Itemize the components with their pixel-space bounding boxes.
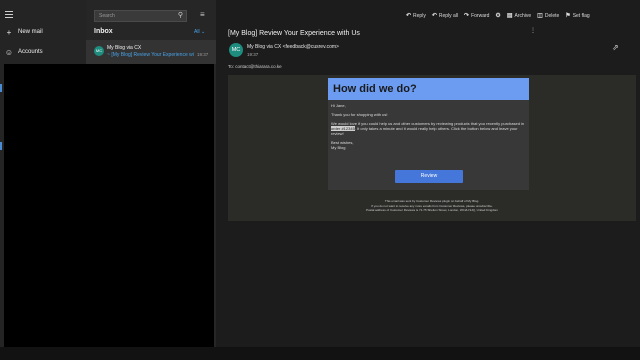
search-icon[interactable]: ⚲	[178, 11, 183, 21]
reply-all-icon: ↶	[431, 13, 437, 19]
archive-button[interactable]: ▤ Archive	[506, 12, 531, 20]
message-subject: [My Blog] Review Your Experience with Us	[228, 30, 360, 37]
list-item[interactable]: MC My Blog via CX ~ [My Blog] Review You…	[86, 40, 216, 64]
reply-button[interactable]: ↶ Reply	[406, 12, 426, 20]
search-input[interactable]: Search ⚲	[94, 10, 187, 22]
selection-mode-icon[interactable]: ≡	[200, 10, 205, 19]
email-content: Hi Jane, Thank you for shopping with us!…	[328, 100, 529, 150]
search-placeholder: Search	[99, 13, 115, 19]
email-body: How did we do? Hi Jane, Thank you for sh…	[228, 75, 636, 221]
settings-button[interactable]: ⚙	[495, 12, 500, 19]
selected-folder-indicator	[0, 84, 2, 92]
open-in-new-window-icon[interactable]: ⇗	[612, 43, 619, 52]
more-options-icon[interactable]: ⋮	[530, 27, 536, 34]
new-mail-label: New mail	[18, 29, 43, 35]
message-toolbar: ↶ Reply ↶ Reply all ↷ Forward ⚙ ▤ Archive ◫ D…	[406, 12, 590, 20]
person-icon: ☺	[4, 47, 14, 57]
reading-pane: ↶ Reply ↶ Reply all ↷ Forward ⚙ ▤ Archive ◫ D…	[216, 0, 640, 360]
accounts-button[interactable]: ☺ Accounts	[4, 45, 43, 59]
folder-title: Inbox	[94, 28, 113, 35]
reply-icon: ↶	[406, 13, 412, 19]
archive-icon: ▤	[506, 13, 513, 19]
forward-icon: ↷	[464, 13, 470, 19]
email-greeting: Hi Jane,	[331, 103, 346, 108]
email-thanks: Thank you for shopping with us!	[331, 112, 388, 117]
sender-avatar-large: MC	[229, 43, 243, 57]
delete-button[interactable]: ◫ Delete	[537, 12, 559, 20]
mail-time: 19:37	[197, 52, 209, 57]
review-button[interactable]: Review	[395, 170, 463, 183]
forward-button[interactable]: ↷ Forward	[464, 12, 489, 20]
new-mail-button[interactable]: + New mail	[4, 25, 43, 39]
filter-dropdown[interactable]: All ⌄	[194, 29, 205, 35]
email-banner: How did we do?	[328, 78, 529, 100]
mail-subject: ~ [My Blog] Review Your Experience wi	[107, 52, 194, 58]
gear-icon: ⚙	[495, 13, 501, 19]
email-signoff: Best wishes, My Blog	[331, 140, 354, 150]
flag-icon: ⚑	[565, 13, 571, 19]
recipient-line: To: contact@thiarara.co.ke	[228, 64, 282, 69]
plus-icon: +	[6, 27, 12, 37]
reply-all-button[interactable]: ↶ Reply all	[431, 12, 458, 20]
message-date: 19:37	[247, 52, 259, 57]
email-request: We would love if you could help us and o…	[331, 121, 525, 136]
footer-line-3: Postal address of Customer Reviews is 71…	[365, 208, 499, 212]
mail-sender: My Blog via CX	[107, 45, 142, 51]
redacted-area	[4, 64, 214, 350]
sender-address[interactable]: My Blog via CX <feedback@cusrev.com>	[247, 44, 339, 50]
taskbar	[0, 347, 640, 360]
selected-account-indicator	[0, 142, 2, 150]
hamburger-menu-icon[interactable]	[5, 11, 13, 18]
trash-icon: ◫	[537, 13, 543, 19]
email-footer: This email was sent by Customer Reviews …	[228, 199, 636, 213]
accounts-label: Accounts	[18, 49, 43, 55]
sender-avatar: MC	[94, 46, 104, 56]
set-flag-button[interactable]: ⚑ Set flag	[565, 12, 589, 20]
email-card: How did we do? Hi Jane, Thank you for sh…	[328, 78, 529, 190]
